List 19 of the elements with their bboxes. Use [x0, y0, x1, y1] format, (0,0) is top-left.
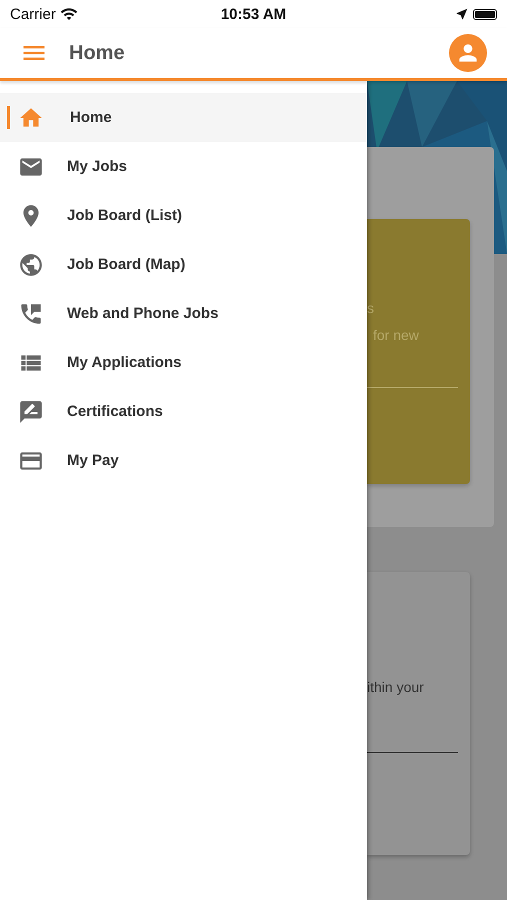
page-title: Home — [69, 42, 126, 64]
drawer-item[interactable]: My Jobs — [0, 142, 367, 191]
drawer-item[interactable]: Certifications — [0, 387, 367, 436]
battery-icon — [473, 8, 497, 20]
drawer-item[interactable]: Job Board (Map) — [0, 240, 367, 289]
card-text: s — [367, 299, 375, 318]
card-text: for new — [372, 326, 420, 345]
profile-button[interactable] — [449, 34, 487, 72]
drawer-item[interactable]: My Pay — [0, 436, 367, 485]
drawer-item[interactable]: Web and Phone Jobs — [0, 289, 367, 338]
edit-comment-icon — [18, 398, 44, 424]
drawer-item[interactable]: My Applications — [0, 338, 367, 387]
location-icon — [455, 7, 469, 21]
clock-time: 10:53 AM — [220, 6, 286, 22]
carrier-name: Carrier — [10, 6, 56, 22]
drawer-item[interactable]: Home — [0, 93, 367, 142]
card-text: ithin your — [367, 679, 425, 695]
drawer-item[interactable]: Job Board (List) — [0, 191, 367, 240]
globe-icon — [18, 252, 44, 278]
